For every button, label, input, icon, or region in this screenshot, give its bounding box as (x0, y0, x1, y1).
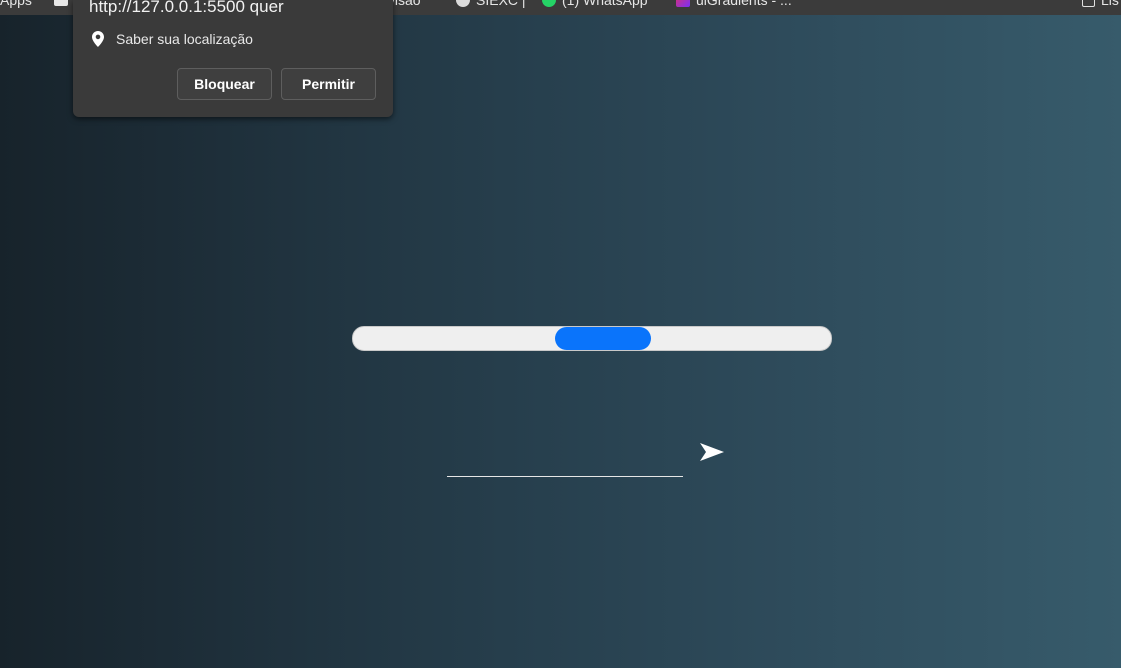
slider-thumb[interactable] (555, 327, 651, 350)
bookmark-label: (1) WhatsApp (562, 0, 648, 8)
bookmark-label: Apps (0, 0, 32, 8)
message-input[interactable] (447, 452, 683, 477)
list-icon (1082, 0, 1095, 7)
bookmark-whatsapp[interactable]: (1) WhatsApp (542, 0, 648, 8)
bookmark-siexc[interactable]: SIEXC | (456, 0, 526, 8)
bookmark-label: uiGradients - ... (696, 0, 792, 8)
page-icon (54, 0, 68, 6)
bookmark-label: Lis (1101, 0, 1119, 8)
bookmark-apps[interactable]: Apps (0, 0, 32, 8)
permission-request-label: Saber sua localização (116, 31, 253, 47)
location-pin-icon (92, 31, 104, 47)
popup-title: http://127.0.0.1:5500 quer (89, 0, 284, 16)
bookmark-item[interactable] (54, 0, 68, 6)
site-icon (456, 0, 470, 7)
slider-track[interactable] (352, 326, 832, 351)
bookmark-uigradients[interactable]: uiGradients - ... (676, 0, 792, 8)
allow-button[interactable]: Permitir (281, 68, 376, 100)
location-permission-popup: http://127.0.0.1:5500 quer Saber sua loc… (73, 0, 393, 117)
send-button[interactable] (697, 441, 727, 463)
bookmark-label: SIEXC | (476, 0, 526, 8)
whatsapp-icon (542, 0, 556, 7)
send-arrow-icon (700, 443, 724, 461)
block-button[interactable]: Bloquear (177, 68, 272, 100)
uigradients-icon (676, 0, 690, 7)
permission-request: Saber sua localização (92, 31, 253, 47)
bookmark-reading-list[interactable]: Lis (1082, 0, 1119, 8)
